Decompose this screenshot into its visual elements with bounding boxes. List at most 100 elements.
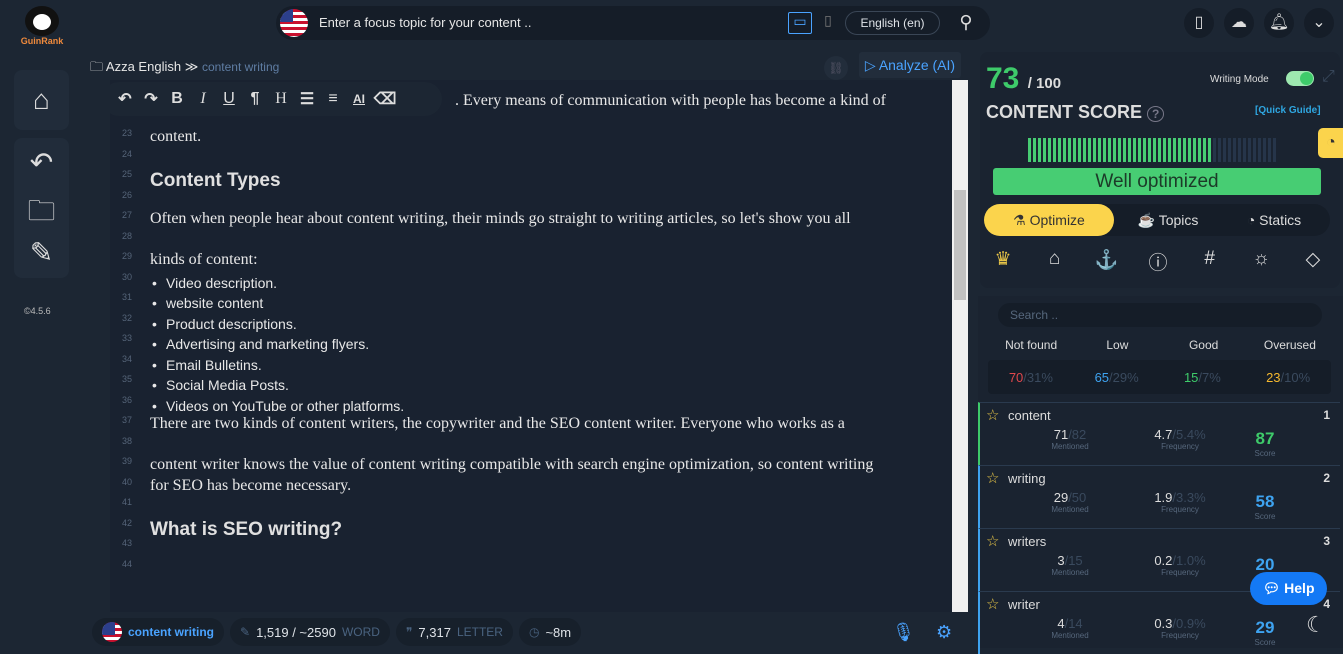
pie-chart-icon[interactable]: ◔ xyxy=(1318,128,1343,158)
underline-button[interactable]: U xyxy=(216,90,242,108)
desktop-view-icon[interactable]: ▭ xyxy=(788,12,812,34)
help-icon[interactable]: ? xyxy=(1147,106,1165,122)
heading-button[interactable]: H xyxy=(268,90,294,108)
question-icon[interactable]: ⓘ xyxy=(1143,248,1173,275)
category-label[interactable]: Low xyxy=(1074,338,1160,352)
line-number: 43 xyxy=(121,538,132,548)
heading: Content Types xyxy=(150,170,281,191)
tab-optimize[interactable]: ⚗ Optimize xyxy=(984,204,1114,236)
category-count: 65/29% xyxy=(1074,370,1160,385)
align-icon[interactable]: ≡ xyxy=(320,90,346,108)
paragraph-button[interactable]: ¶ xyxy=(242,90,268,108)
score-bar xyxy=(1118,138,1121,162)
back-icon[interactable]: ↶ xyxy=(14,146,69,190)
us-flag-icon[interactable] xyxy=(280,9,308,37)
stat-label: Frequency xyxy=(1161,568,1199,577)
optimize-icons: ♛ ⌂ ⚓ ⓘ # ☼ ◇ xyxy=(988,248,1328,275)
grid-icon[interactable]: # xyxy=(1195,248,1225,275)
italic-button[interactable]: I xyxy=(190,90,216,108)
focus-topic-input[interactable]: Enter a focus topic for your content .. xyxy=(319,15,531,30)
tab-topics[interactable]: ☕ Topics xyxy=(1118,204,1218,236)
line-number: 40 xyxy=(121,476,132,487)
bell-icon[interactable]: 🔔︎ xyxy=(1264,8,1294,38)
help-button[interactable]: 💬︎ Help xyxy=(1250,572,1327,605)
writing-mode-toggle[interactable] xyxy=(1286,71,1314,86)
category-count: 15/7% xyxy=(1160,370,1246,385)
optimization-status: Well optimized xyxy=(993,168,1321,195)
score-bar xyxy=(1198,138,1201,162)
keyword-row[interactable]: ☆ content 1 71/82 Mentioned 4.7/5.4% Frequency… xyxy=(978,402,1340,465)
category-count: 70/31% xyxy=(988,370,1074,385)
mobile-view-icon[interactable]: ▯ xyxy=(816,12,840,34)
chevron-down-icon[interactable]: ⌄ xyxy=(1304,8,1334,38)
lightbulb-icon[interactable]: ☼ xyxy=(1246,248,1276,275)
anchor-icon[interactable]: ⚓ xyxy=(1091,248,1121,275)
edit-icon[interactable]: ✎ xyxy=(14,236,69,269)
keyword-row[interactable]: ☆ writing 2 29/50 Mentioned 1.9/3.3% Frequency… xyxy=(978,465,1340,528)
expand-icon[interactable]: ⤢ xyxy=(1322,68,1335,86)
frequency-stat: 4.7/5.4% Frequency xyxy=(1130,427,1230,451)
ai-button[interactable]: AI xyxy=(346,92,372,106)
mentioned: 3 xyxy=(1057,553,1065,568)
search-icon[interactable]: ⚲ xyxy=(954,12,978,34)
score-bar xyxy=(1168,138,1171,162)
score-bar xyxy=(1238,138,1241,162)
category-label[interactable]: Good xyxy=(1161,338,1247,352)
language-select[interactable]: English (en) xyxy=(845,11,940,35)
help-label: Help xyxy=(1284,580,1315,596)
breadcrumb-project[interactable]: Azza English xyxy=(106,59,181,74)
score-panel: 73 / 100 CONTENT SCORE ? Writing Mode ⤢ … xyxy=(978,44,1343,654)
scrollbar-thumb[interactable] xyxy=(954,190,966,300)
notebook-icon[interactable]: ▯ xyxy=(1184,8,1214,38)
dark-mode-icon[interactable]: ☾ xyxy=(1306,612,1326,638)
category-label[interactable]: Overused xyxy=(1247,338,1333,352)
list-icon[interactable]: ☰ xyxy=(294,89,320,109)
tab-statics[interactable]: ◔ Statics xyxy=(1224,204,1324,236)
keyword-pill[interactable]: content writing xyxy=(92,618,224,646)
line-number: 41 xyxy=(121,497,132,507)
frequency: 0.2 xyxy=(1154,553,1173,568)
settings-icon[interactable]: ⚙ xyxy=(936,622,952,643)
scrollbar[interactable] xyxy=(952,80,968,612)
analyze-button[interactable]: ▷ Analyze (AI) xyxy=(859,52,961,78)
home-button[interactable]: ⌂ xyxy=(14,70,69,130)
cloud-download-icon[interactable]: ☁ xyxy=(1224,8,1254,38)
redo-icon[interactable]: ↷ xyxy=(138,89,164,109)
crown-icon[interactable]: ♛ xyxy=(988,248,1018,275)
category-label[interactable]: Not found xyxy=(988,338,1074,352)
list-item: Advertising and marketing flyers. xyxy=(152,336,369,352)
line-number: 25 xyxy=(121,169,132,179)
score-bar xyxy=(1193,138,1196,162)
star-icon[interactable]: ☆ xyxy=(986,595,999,613)
percent: /7% xyxy=(1198,369,1221,385)
sidebar: ⌂ ↶ 🗀︎ ✎ ©4.5.6 xyxy=(0,44,84,648)
tag-icon[interactable]: ⌂ xyxy=(1040,248,1070,275)
microphone-icon[interactable]: 🎙︎ xyxy=(892,622,915,643)
line-number: 32 xyxy=(121,312,132,323)
star-icon[interactable]: ☆ xyxy=(986,469,999,487)
undo-icon[interactable]: ↶ xyxy=(112,89,138,109)
quick-guide-link[interactable]: [Quick Guide] xyxy=(1255,105,1321,116)
stat-label: Mentioned xyxy=(1051,442,1089,451)
document-area[interactable]: ↶ ↷ B I U ¶ H ☰ ≡ AI ⌫ . Every means of … xyxy=(110,80,952,612)
keyword-name: writing xyxy=(1008,471,1046,486)
percent: /29% xyxy=(1109,369,1139,385)
mentioned-stat: 4/14 Mentioned xyxy=(1020,616,1120,640)
keyword-search-input[interactable]: Search .. xyxy=(998,303,1322,327)
keyword-categories: Not found Low Good Overused xyxy=(988,338,1333,352)
star-icon[interactable]: ☆ xyxy=(986,406,999,424)
folder-icon[interactable]: 🗀︎ xyxy=(14,190,69,236)
score-bar xyxy=(1228,138,1231,162)
eraser-icon[interactable]: ⌫ xyxy=(372,89,398,109)
link-icon[interactable]: ⛓ xyxy=(824,56,848,80)
score-bar xyxy=(1128,138,1131,162)
score-bar xyxy=(1028,138,1031,162)
text-line: kinds of content: xyxy=(150,251,258,268)
bold-button[interactable]: B xyxy=(164,90,190,108)
star-icon[interactable]: ☆ xyxy=(986,532,999,550)
keyword-rank: 3 xyxy=(1323,534,1330,548)
diamond-icon[interactable]: ◇ xyxy=(1298,248,1328,275)
frequency: 1.9 xyxy=(1154,490,1173,505)
sidebar-actions: ↶ 🗀︎ ✎ xyxy=(14,138,69,278)
score-bar xyxy=(1093,138,1096,162)
